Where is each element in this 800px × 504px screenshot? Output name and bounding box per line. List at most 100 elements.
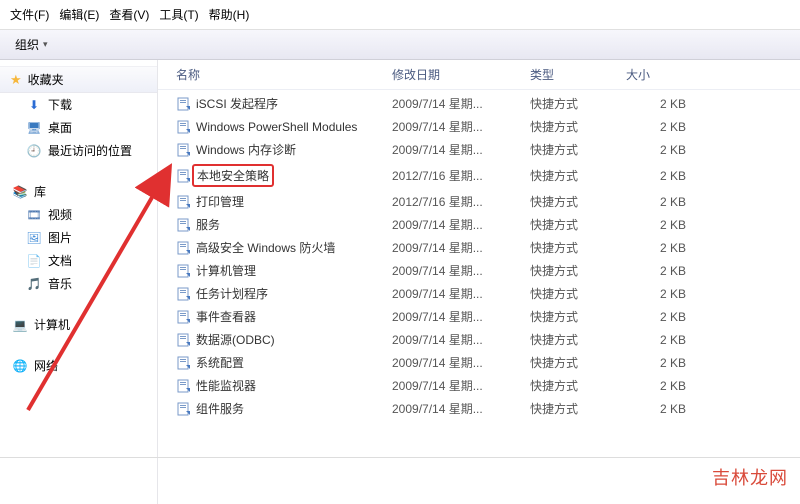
file-name-label: 事件查看器 — [196, 308, 256, 325]
file-name-label: 本地安全策略 — [192, 164, 274, 187]
file-row[interactable]: 计算机管理 2009/7/14 星期...快捷方式2 KB — [158, 259, 800, 282]
file-size-cell: 2 KB — [626, 287, 706, 301]
file-type-cell: 快捷方式 — [530, 95, 626, 112]
file-size-cell: 2 KB — [626, 310, 706, 324]
shortcut-icon — [176, 119, 192, 135]
column-headers: 名称 修改日期 类型 大小 — [158, 60, 800, 90]
file-name-label: iSCSI 发起程序 — [196, 95, 278, 112]
col-header-size[interactable]: 大小 — [626, 66, 706, 83]
shortcut-icon — [176, 142, 192, 158]
file-size-cell: 2 KB — [626, 402, 706, 416]
sidebar-item-videos[interactable]: 🎞 视频 — [0, 203, 157, 226]
sidebar-documents-label: 文档 — [48, 252, 72, 269]
file-row[interactable]: Windows 内存诊断2009/7/14 星期...快捷方式2 KB — [158, 138, 800, 161]
file-size-cell: 2 KB — [626, 120, 706, 134]
organize-label: 组织 — [15, 36, 39, 53]
shortcut-icon — [176, 355, 192, 371]
file-name-label: 组件服务 — [196, 400, 244, 417]
organize-button[interactable]: 组织 — [8, 33, 59, 56]
file-date-cell: 2009/7/14 星期... — [392, 239, 530, 256]
file-rows: iSCSI 发起程序2009/7/14 星期...快捷方式2 KBWindows… — [158, 90, 800, 420]
file-name-label: 性能监视器 — [196, 377, 256, 394]
sidebar-libraries-header[interactable]: 📚 库 — [0, 180, 157, 203]
file-size-cell: 2 KB — [626, 264, 706, 278]
file-type-cell: 快捷方式 — [530, 285, 626, 302]
file-name-label: 打印管理 — [196, 193, 244, 210]
desktop-icon: 🖥 — [26, 120, 42, 136]
menu-file[interactable]: 文件(F) — [6, 4, 53, 25]
file-name-cell: 计算机管理 — [176, 262, 392, 279]
file-size-cell: 2 KB — [626, 97, 706, 111]
sidebar-recent-label: 最近访问的位置 — [48, 142, 132, 159]
sidebar-item-music[interactable]: 🎵 音乐 — [0, 272, 157, 295]
file-type-cell: 快捷方式 — [530, 141, 626, 158]
shortcut-icon — [176, 96, 192, 112]
sidebar-item-pictures[interactable]: 🖼 图片 — [0, 226, 157, 249]
file-date-cell: 2009/7/14 星期... — [392, 377, 530, 394]
sidebar-favorites-header[interactable]: ★ 收藏夹 — [0, 66, 157, 93]
file-row[interactable]: 事件查看器 2009/7/14 星期...快捷方式2 KB — [158, 305, 800, 328]
file-size-cell: 2 KB — [626, 143, 706, 157]
file-row[interactable]: iSCSI 发起程序2009/7/14 星期...快捷方式2 KB — [158, 92, 800, 115]
file-row[interactable]: 打印管理2012/7/16 星期...快捷方式2 KB — [158, 190, 800, 213]
file-row[interactable]: 高级安全 Windows 防火墙2009/7/14 星期...快捷方式2 KB — [158, 236, 800, 259]
menu-help[interactable]: 帮助(H) — [205, 4, 254, 25]
file-name-label: 系统配置 — [196, 354, 244, 371]
file-row[interactable]: 本地安全策略2012/7/16 星期...快捷方式2 KB — [158, 161, 800, 190]
file-row[interactable]: 任务计划程序2009/7/14 星期...快捷方式2 KB — [158, 282, 800, 305]
file-date-cell: 2009/7/14 星期... — [392, 331, 530, 348]
file-type-cell: 快捷方式 — [530, 400, 626, 417]
file-size-cell: 2 KB — [626, 241, 706, 255]
file-date-cell: 2009/7/14 星期... — [392, 308, 530, 325]
menu-edit[interactable]: 编辑(E) — [55, 4, 103, 25]
file-row[interactable]: 服务2009/7/14 星期...快捷方式2 KB — [158, 213, 800, 236]
file-name-cell: 打印管理 — [176, 193, 392, 210]
file-name-cell: Windows PowerShell Modules — [176, 119, 392, 135]
file-type-cell: 快捷方式 — [530, 331, 626, 348]
file-row[interactable]: 系统配置2009/7/14 星期...快捷方式2 KB — [158, 351, 800, 374]
file-name-label: 服务 — [196, 216, 220, 233]
file-name-cell: 高级安全 Windows 防火墙 — [176, 239, 392, 256]
sidebar-computer[interactable]: 💻 计算机 — [0, 313, 157, 336]
sidebar-network[interactable]: 🌐 网络 — [0, 354, 157, 377]
file-size-cell: 2 KB — [626, 356, 706, 370]
network-icon: 🌐 — [12, 358, 28, 374]
file-size-cell: 2 KB — [626, 379, 706, 393]
file-name-label: 计算机管理 — [196, 262, 256, 279]
computer-icon: 💻 — [12, 317, 28, 333]
menu-view[interactable]: 查看(V) — [105, 4, 153, 25]
recent-icon: 🕘 — [26, 143, 42, 159]
file-row[interactable]: 性能监视器2009/7/14 星期...快捷方式2 KB — [158, 374, 800, 397]
shortcut-icon — [176, 286, 192, 302]
file-type-cell: 快捷方式 — [530, 167, 626, 184]
file-list-pane: 名称 修改日期 类型 大小 iSCSI 发起程序2009/7/14 星期...快… — [158, 60, 800, 504]
col-header-name[interactable]: 名称 — [176, 66, 392, 83]
file-size-cell: 2 KB — [626, 195, 706, 209]
col-header-type[interactable]: 类型 — [530, 66, 626, 83]
file-type-cell: 快捷方式 — [530, 308, 626, 325]
file-name-cell: 事件查看器 — [176, 308, 392, 325]
file-type-cell: 快捷方式 — [530, 118, 626, 135]
sidebar-item-desktop[interactable]: 🖥 桌面 — [0, 116, 157, 139]
file-name-cell: 组件服务 — [176, 400, 392, 417]
menu-tools[interactable]: 工具(T) — [155, 4, 202, 25]
sidebar-item-documents[interactable]: 📄 文档 — [0, 249, 157, 272]
file-row[interactable]: 数据源(ODBC)2009/7/14 星期...快捷方式2 KB — [158, 328, 800, 351]
file-row[interactable]: Windows PowerShell Modules2009/7/14 星期..… — [158, 115, 800, 138]
file-name-cell: iSCSI 发起程序 — [176, 95, 392, 112]
file-name-cell: 性能监视器 — [176, 377, 392, 394]
sidebar: ★ 收藏夹 ⬇ 下载 🖥 桌面 🕘 最近访问的位置 📚 库 🎞 视频 🖼 图片 — [0, 60, 158, 504]
shortcut-icon — [176, 168, 192, 184]
file-date-cell: 2012/7/16 星期... — [392, 193, 530, 210]
sidebar-item-downloads[interactable]: ⬇ 下载 — [0, 93, 157, 116]
file-name-cell: 数据源(ODBC) — [176, 331, 392, 348]
sidebar-item-recent[interactable]: 🕘 最近访问的位置 — [0, 139, 157, 162]
file-name-cell: 本地安全策略 — [176, 164, 392, 187]
sidebar-favorites-label: 收藏夹 — [28, 71, 64, 88]
download-icon: ⬇ — [26, 97, 42, 113]
file-date-cell: 2009/7/14 星期... — [392, 262, 530, 279]
file-type-cell: 快捷方式 — [530, 262, 626, 279]
col-header-date[interactable]: 修改日期 — [392, 66, 530, 83]
sidebar-videos-label: 视频 — [48, 206, 72, 223]
file-row[interactable]: 组件服务2009/7/14 星期...快捷方式2 KB — [158, 397, 800, 420]
